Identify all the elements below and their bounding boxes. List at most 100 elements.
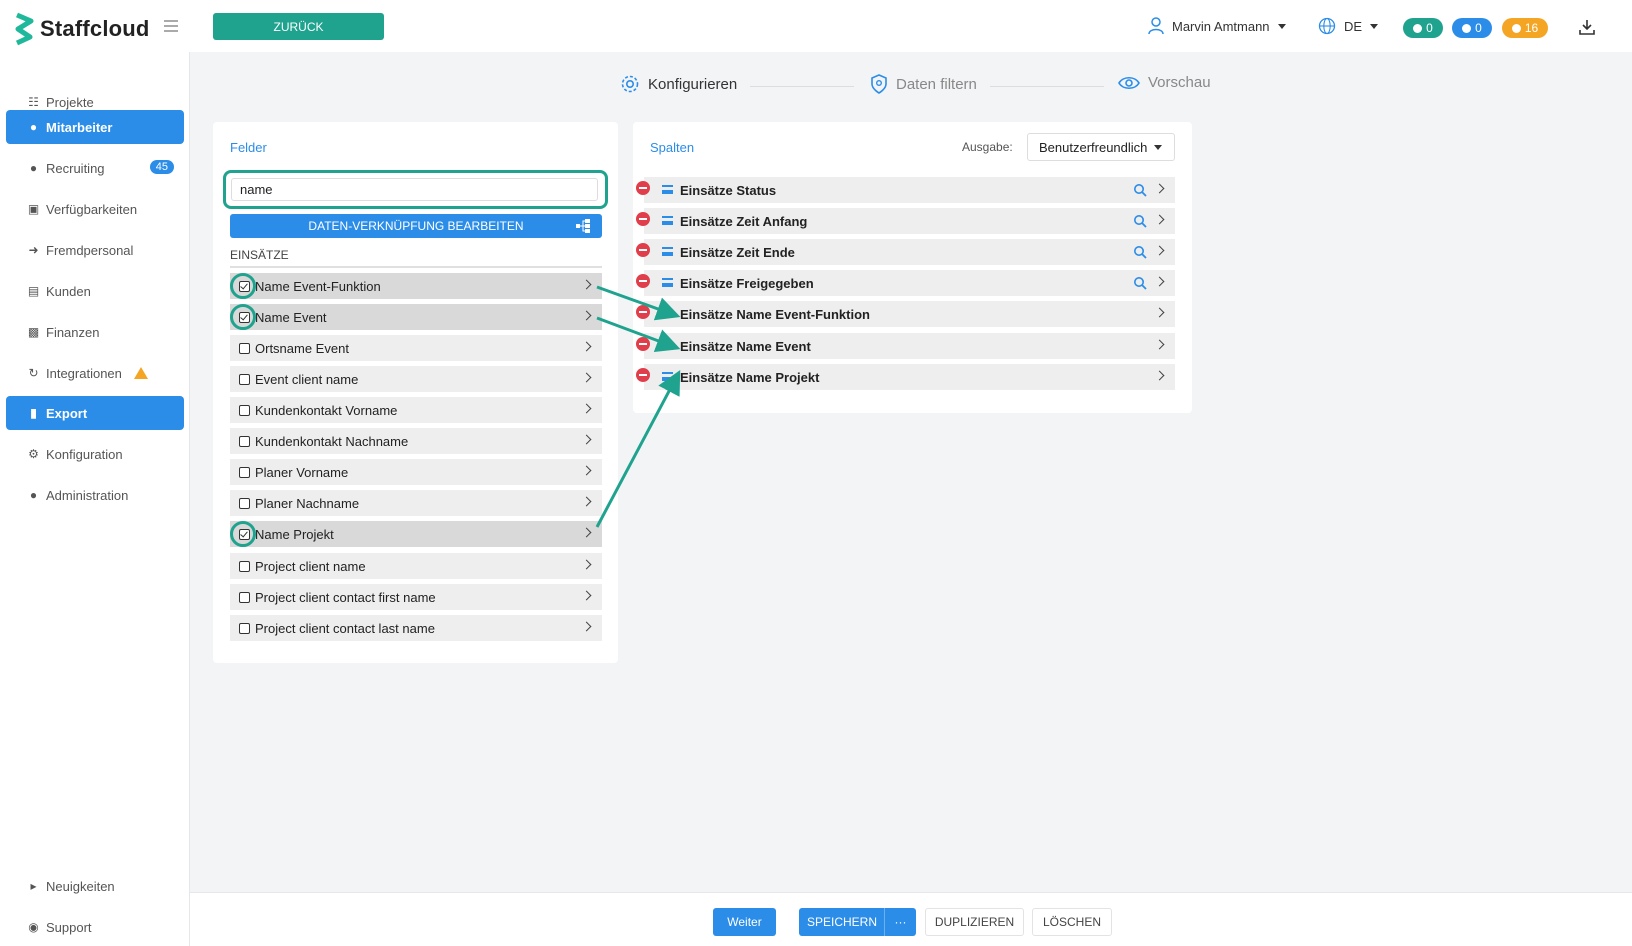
sidebar-item-administration[interactable]: ● Administration <box>6 478 184 512</box>
delete-button[interactable]: LÖSCHEN <box>1032 908 1112 936</box>
drag-handle-icon[interactable] <box>662 278 673 287</box>
search-icon[interactable] <box>1133 276 1147 290</box>
chevron-right-icon[interactable] <box>581 465 592 476</box>
alerts-badge[interactable]: 16 <box>1502 18 1548 38</box>
drag-handle-icon[interactable] <box>662 216 673 225</box>
remove-icon[interactable] <box>636 368 650 382</box>
checkbox[interactable] <box>239 560 250 572</box>
chevron-right-icon[interactable] <box>1154 339 1165 350</box>
column-row[interactable]: Einsätze Name Event-Funktion <box>636 301 1175 327</box>
search-icon[interactable] <box>1133 245 1147 259</box>
column-row[interactable]: Einsätze Name Event <box>636 333 1175 359</box>
column-row[interactable]: Einsätze Freigegeben <box>636 270 1175 296</box>
chevron-right-icon[interactable] <box>581 310 592 321</box>
sidebar-item-integrationen[interactable]: ↻ Integrationen <box>6 356 184 390</box>
user-menu[interactable]: Marvin Amtmann <box>1148 17 1286 35</box>
step-konfigurieren[interactable]: Konfigurieren <box>620 74 737 94</box>
checkbox[interactable] <box>239 466 250 478</box>
output-format-select[interactable]: Benutzerfreundlich <box>1027 133 1175 161</box>
sidebar-item-kunden[interactable]: ▤ Kunden <box>6 274 184 308</box>
drag-handle-icon[interactable] <box>662 372 673 381</box>
step-vorschau[interactable]: Vorschau <box>1118 74 1211 91</box>
chevron-right-icon[interactable] <box>1154 307 1165 318</box>
more-options-button[interactable]: ··· <box>884 908 916 936</box>
field-row[interactable]: Project client contact first name <box>230 584 602 610</box>
download-icon[interactable] <box>1578 18 1596 36</box>
field-row[interactable]: Ortsname Event <box>230 335 602 361</box>
menu-toggle-icon[interactable] <box>164 20 178 32</box>
field-row[interactable]: Kundenkontakt Nachname <box>230 428 602 454</box>
chevron-right-icon[interactable] <box>581 372 592 383</box>
sidebar-item-recruiting[interactable]: ● Recruiting 45 <box>6 151 184 185</box>
back-button[interactable]: ZURÜCK <box>213 13 384 40</box>
chevron-right-icon[interactable] <box>581 279 592 290</box>
column-row[interactable]: Einsätze Status <box>636 177 1175 203</box>
sidebar-item-finanzen[interactable]: ▩ Finanzen <box>6 315 184 349</box>
notifications-badge[interactable]: 0 <box>1452 18 1492 38</box>
chevron-right-icon[interactable] <box>1154 245 1165 256</box>
next-button[interactable]: Weiter <box>713 908 776 936</box>
drag-handle-icon[interactable] <box>662 247 673 256</box>
duplicate-button[interactable]: DUPLIZIEREN <box>925 908 1024 936</box>
field-row[interactable]: Planer Vorname <box>230 459 602 485</box>
field-row[interactable]: Name Event <box>230 304 602 330</box>
sidebar-item-konfiguration[interactable]: ⚙ Konfiguration <box>6 437 184 471</box>
sidebar-item-export[interactable]: ▮ Export <box>6 396 184 430</box>
building-icon: ▤ <box>27 284 40 298</box>
remove-icon[interactable] <box>636 243 650 257</box>
drag-handle-icon[interactable] <box>662 185 673 194</box>
chevron-right-icon[interactable] <box>581 434 592 445</box>
field-row[interactable]: Project client name <box>230 553 602 579</box>
checkbox[interactable] <box>239 373 250 385</box>
step-daten-filtern[interactable]: Daten filtern <box>870 74 977 94</box>
checkbox[interactable] <box>239 404 250 416</box>
staffcloud-logo-icon <box>15 12 34 46</box>
remove-icon[interactable] <box>636 337 650 351</box>
chevron-right-icon[interactable] <box>1154 214 1165 225</box>
chevron-right-icon[interactable] <box>581 403 592 414</box>
search-icon[interactable] <box>1133 183 1147 197</box>
chevron-right-icon[interactable] <box>581 527 592 538</box>
save-button[interactable]: SPEICHERN <box>799 908 885 936</box>
field-row[interactable]: Event client name <box>230 366 602 392</box>
field-row[interactable]: Name Event-Funktion <box>230 273 602 299</box>
chevron-right-icon[interactable] <box>1154 183 1165 194</box>
sidebar-item-verfuegbarkeiten[interactable]: ▣ Verfügbarkeiten <box>6 192 184 226</box>
checkbox[interactable] <box>239 435 250 447</box>
remove-icon[interactable] <box>636 181 650 195</box>
drag-handle-icon[interactable] <box>662 341 673 350</box>
chevron-right-icon[interactable] <box>581 590 592 601</box>
checkbox[interactable] <box>239 622 250 634</box>
sidebar-item-mitarbeiter[interactable]: ● Mitarbeiter <box>6 110 184 144</box>
sidebar-item-fremdpersonal[interactable]: ➜ Fremdpersonal <box>6 233 184 267</box>
logo[interactable]: Staffcloud <box>14 12 150 46</box>
field-row[interactable]: Name Projekt <box>230 521 602 547</box>
field-row[interactable]: Planer Nachname <box>230 490 602 516</box>
checkbox[interactable] <box>239 342 250 354</box>
chevron-right-icon[interactable] <box>581 496 592 507</box>
checkbox[interactable] <box>239 497 250 509</box>
column-row[interactable]: Einsätze Name Projekt <box>636 364 1175 390</box>
sidebar-item-support[interactable]: ◉ Support <box>6 910 184 944</box>
chevron-right-icon[interactable] <box>581 341 592 352</box>
field-row[interactable]: Project client contact last name <box>230 615 602 641</box>
chevron-right-icon[interactable] <box>1154 370 1165 381</box>
sidebar-item-neuigkeiten[interactable]: ▸ Neuigkeiten <box>6 869 184 903</box>
remove-icon[interactable] <box>636 305 650 319</box>
checkbox[interactable] <box>239 591 250 603</box>
column-row[interactable]: Einsätze Zeit Ende <box>636 239 1175 265</box>
language-selector[interactable]: DE <box>1318 17 1379 35</box>
remove-icon[interactable] <box>636 274 650 288</box>
drag-handle-icon[interactable] <box>662 309 673 318</box>
field-row[interactable]: Kundenkontakt Vorname <box>230 397 602 423</box>
messages-badge[interactable]: 0 <box>1403 18 1443 38</box>
chevron-right-icon[interactable] <box>581 559 592 570</box>
remove-icon[interactable] <box>636 212 650 226</box>
chevron-right-icon[interactable] <box>581 621 592 632</box>
column-row[interactable]: Einsätze Zeit Anfang <box>636 208 1175 234</box>
money-icon: ▩ <box>27 325 40 339</box>
edit-data-link-button[interactable]: DATEN-VERKNÜPFUNG BEARBEITEN <box>230 214 602 238</box>
chevron-right-icon[interactable] <box>1154 276 1165 287</box>
search-icon[interactable] <box>1133 214 1147 228</box>
fields-search-input[interactable] <box>231 178 598 201</box>
